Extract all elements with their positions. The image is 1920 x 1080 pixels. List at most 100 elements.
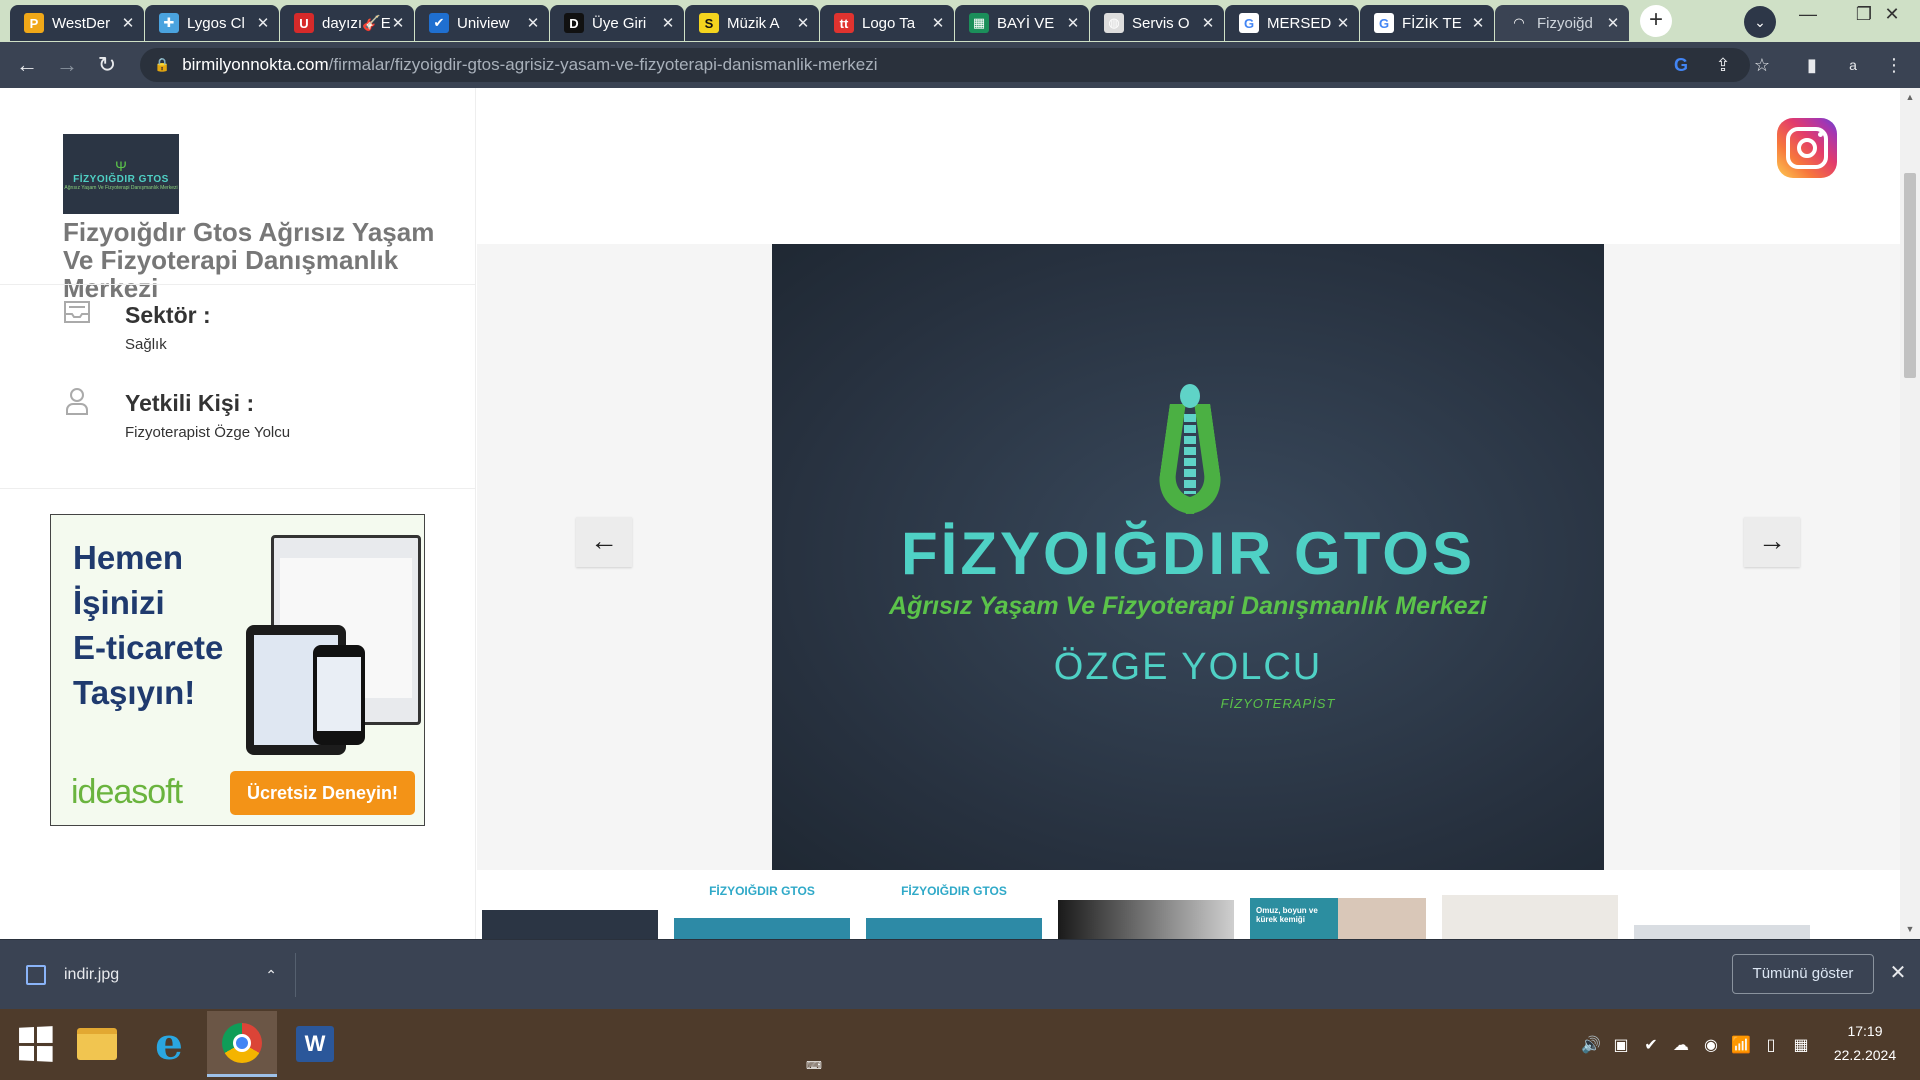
internet-explorer-button[interactable]: e xyxy=(134,1011,204,1077)
tray-icon[interactable]: ▦ xyxy=(1786,1035,1816,1055)
tab-title: BAYİ VE xyxy=(997,14,1055,32)
company-logo[interactable]: Ψ FİZYOIĞDIR GTOS Ağrısız Yaşam Ve Fizyo… xyxy=(63,134,179,214)
forward-button[interactable]: → xyxy=(50,48,84,82)
browser-tab[interactable]: tt Logo Ta ✕ xyxy=(820,5,954,41)
browser-tab[interactable]: ✚ Lygos Cl ✕ xyxy=(145,5,279,41)
browser-tab[interactable]: S Müzik A ✕ xyxy=(685,5,819,41)
tab-close-icon[interactable]: ✕ xyxy=(390,14,406,32)
tab-close-icon[interactable]: ✕ xyxy=(1065,14,1081,32)
clock-date: 22.2.2024 xyxy=(1833,1047,1897,1063)
tab-title: WestDer xyxy=(52,14,111,32)
slider-next-button[interactable]: → xyxy=(1744,517,1800,567)
gallery-thumbnail[interactable] xyxy=(1058,900,1234,939)
gallery-thumbnail[interactable]: Omuz, boyun ve kürek kemiği xyxy=(1250,898,1426,939)
tab-close-icon[interactable]: ✕ xyxy=(1470,14,1486,32)
gallery-thumbnail[interactable] xyxy=(1634,925,1810,939)
window-close-button[interactable]: ✕ xyxy=(1864,0,1920,30)
browser-tab[interactable]: ◍ Servis O ✕ xyxy=(1090,5,1224,41)
file-explorer-button[interactable] xyxy=(62,1011,132,1077)
back-button[interactable]: ← xyxy=(10,48,44,82)
company-logo-line1: FİZYOIĞDIR GTOS xyxy=(73,173,169,185)
url-path: /firmalar/fizyoigdir-gtos-agrisiz-yasam-… xyxy=(328,55,878,74)
google-lens-icon[interactable]: G xyxy=(1664,48,1698,82)
page-scrollbar[interactable]: ▲ ▼ xyxy=(1900,88,1920,939)
tab-title: Lygos Cl xyxy=(187,14,245,32)
share-icon[interactable]: ⇪ xyxy=(1706,48,1740,82)
url-host: birmilyonnokta.com xyxy=(182,55,329,74)
tab-search-button[interactable]: ⌄ xyxy=(1744,6,1776,38)
new-tab-button[interactable]: + xyxy=(1640,5,1672,37)
browser-tab-strip: P WestDer ✕ ✚ Lygos Cl ✕ Udayızı🎸E ✕ ✔ Uniview ✕ D Ü… xyxy=(0,0,1920,42)
tab-favicon-icon: D xyxy=(564,13,584,33)
gallery-main-image[interactable]: FİZYOIĞDIR GTOS Ağrısız Yaşam Ve Fizyote… xyxy=(772,244,1604,870)
close-download-bar-icon[interactable]: ✕ xyxy=(1884,960,1912,985)
tab-close-icon[interactable]: ✕ xyxy=(1335,14,1351,32)
gallery-thumbnail[interactable]: FİZYOIĞDIR GTOS xyxy=(674,870,850,939)
tab-close-icon[interactable]: ✕ xyxy=(795,14,811,32)
hero-person-name: ÖZGE YOLCU xyxy=(1053,646,1323,688)
browser-tab[interactable]: ✔ Uniview ✕ xyxy=(415,5,549,41)
tray-icon[interactable]: ▯ xyxy=(1756,1035,1786,1055)
chrome-button[interactable] xyxy=(207,1011,277,1077)
tab-close-icon[interactable]: ✕ xyxy=(120,14,136,32)
tray-icon[interactable]: 🔊 xyxy=(1576,1035,1606,1055)
minimize-button[interactable]: — xyxy=(1780,0,1836,30)
browser-tab[interactable]: G FİZİK TE ✕ xyxy=(1360,5,1494,41)
tab-close-icon[interactable]: ✕ xyxy=(930,14,946,32)
browser-tab[interactable]: ▦ BAYİ VE ✕ xyxy=(955,5,1089,41)
profile-avatar[interactable]: a xyxy=(1836,48,1870,82)
browser-tab[interactable]: G MERSED ✕ xyxy=(1225,5,1359,41)
address-bar[interactable]: 🔒 birmilyonnokta.com/firmalar/fizyoigdir… xyxy=(140,48,1750,82)
instagram-icon[interactable] xyxy=(1777,118,1837,178)
tray-icon[interactable]: ▣ xyxy=(1606,1035,1636,1055)
scroll-up-arrow-icon[interactable]: ▲ xyxy=(1904,92,1916,102)
tab-close-icon[interactable]: ✕ xyxy=(1605,14,1621,32)
contact-label: Yetkili Kişi : xyxy=(125,390,255,416)
gallery-thumbnail[interactable] xyxy=(1442,895,1618,939)
divider xyxy=(0,488,476,489)
ad-cta-button[interactable]: Ücretsiz Deneyin! xyxy=(230,771,415,815)
gallery-thumbnail[interactable]: FİZYOIĞDIR GTOS xyxy=(866,870,1042,939)
slider-prev-button[interactable]: ← xyxy=(576,517,632,567)
clock-time: 17:19 xyxy=(1847,1023,1883,1039)
start-button[interactable] xyxy=(0,1011,70,1077)
tab-close-icon[interactable]: ✕ xyxy=(255,14,271,32)
side-panel-icon[interactable]: ▮ xyxy=(1795,48,1829,82)
bookmark-star-icon[interactable]: ☆ xyxy=(1745,48,1779,82)
hero-person-title: FİZYOTERAPİST xyxy=(1220,696,1336,711)
chevron-up-icon[interactable]: ⌃ xyxy=(265,967,277,984)
tab-close-icon[interactable]: ✕ xyxy=(525,14,541,32)
word-button[interactable]: W xyxy=(280,1011,350,1077)
download-item[interactable]: indir.jpg ⌃ xyxy=(14,953,296,997)
tray-icon[interactable]: 📶 xyxy=(1726,1035,1756,1055)
thumbnail-caption: FİZYOIĞDIR GTOS xyxy=(709,884,815,898)
sector-label: Sektör : xyxy=(125,302,211,328)
browser-tab[interactable]: ◠ Fizyoiğd ✕ xyxy=(1495,5,1629,41)
company-sidebar: Ψ FİZYOIĞDIR GTOS Ağrısız Yaşam Ve Fizyo… xyxy=(0,88,476,939)
tray-icon[interactable]: ✔ xyxy=(1636,1035,1666,1055)
show-all-downloads-button[interactable]: Tümünü göster xyxy=(1732,954,1874,994)
tab-title: Servis O xyxy=(1132,14,1190,32)
browser-tab[interactable]: P WestDer ✕ xyxy=(10,5,144,41)
reload-button[interactable]: ↻ xyxy=(90,48,124,82)
divider xyxy=(0,284,476,285)
tray-icon[interactable]: ◉ xyxy=(1696,1035,1726,1055)
tab-close-icon[interactable]: ✕ xyxy=(1200,14,1216,32)
keyboard-icon[interactable]: ⌨ xyxy=(806,1059,822,1072)
clock[interactable]: 17:19 22.2.2024 xyxy=(1820,1019,1910,1067)
tab-title: Müzik A xyxy=(727,14,780,32)
lock-icon[interactable]: 🔒 xyxy=(154,57,170,73)
scroll-down-arrow-icon[interactable]: ▼ xyxy=(1904,924,1916,934)
browser-tab[interactable]: D Üye Giri ✕ xyxy=(550,5,684,41)
word-icon: W xyxy=(296,1026,334,1062)
windows-taskbar: e W 🔊 ▣ ✔ ☁ ◉ 📶 ▯ ▦ 17:19 22.2.2024 xyxy=(0,1009,1920,1080)
tab-close-icon[interactable]: ✕ xyxy=(660,14,676,32)
gallery-thumbnail[interactable] xyxy=(482,910,658,939)
scrollbar-thumb[interactable] xyxy=(1904,173,1916,378)
browser-menu-icon[interactable]: ⋮ xyxy=(1877,48,1911,82)
download-bar: indir.jpg ⌃ Tümünü göster ✕ xyxy=(0,939,1920,1009)
browser-tab[interactable]: Udayızı🎸E ✕ xyxy=(280,5,414,41)
contact-value: Fizyoterapist Özge Yolcu xyxy=(125,424,291,441)
ideasoft-advertisement[interactable]: Hemen İşinizi E-ticarete Taşıyın! ideaso… xyxy=(50,514,425,826)
tray-icon[interactable]: ☁ xyxy=(1666,1035,1696,1055)
